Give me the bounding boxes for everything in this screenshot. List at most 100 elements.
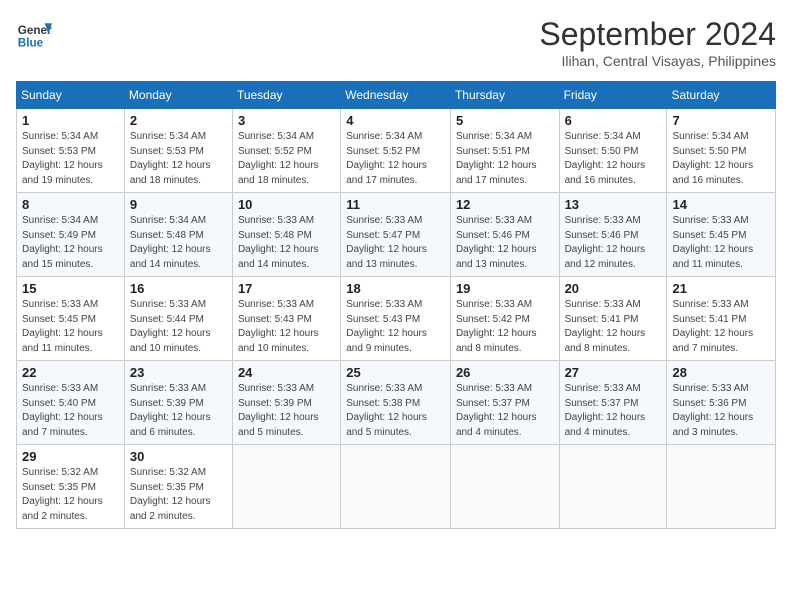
title-block: September 2024 Ilihan, Central Visayas, … [539, 16, 776, 69]
day-info: Sunrise: 5:33 AM Sunset: 5:45 PM Dayligh… [22, 298, 119, 356]
table-row: 6 Sunrise: 5:34 AM Sunset: 5:50 PM Dayli… [559, 109, 667, 193]
day-number: 22 [22, 365, 119, 380]
day-info: Sunrise: 5:33 AM Sunset: 5:46 PM Dayligh… [456, 214, 554, 272]
day-number: 14 [672, 197, 770, 212]
day-info: Sunrise: 5:33 AM Sunset: 5:48 PM Dayligh… [238, 214, 335, 272]
day-info: Sunrise: 5:33 AM Sunset: 5:41 PM Dayligh… [565, 298, 662, 356]
table-row [232, 445, 340, 529]
header-tuesday: Tuesday [232, 82, 340, 109]
day-number: 19 [456, 281, 554, 296]
table-row: 17 Sunrise: 5:33 AM Sunset: 5:43 PM Dayl… [232, 277, 340, 361]
day-number: 6 [565, 113, 662, 128]
table-row: 11 Sunrise: 5:33 AM Sunset: 5:47 PM Dayl… [341, 193, 451, 277]
table-row: 7 Sunrise: 5:34 AM Sunset: 5:50 PM Dayli… [667, 109, 776, 193]
day-info: Sunrise: 5:33 AM Sunset: 5:40 PM Dayligh… [22, 382, 119, 440]
table-row: 29 Sunrise: 5:32 AM Sunset: 5:35 PM Dayl… [17, 445, 125, 529]
day-info: Sunrise: 5:33 AM Sunset: 5:41 PM Dayligh… [672, 298, 770, 356]
day-number: 20 [565, 281, 662, 296]
table-row [341, 445, 451, 529]
day-number: 17 [238, 281, 335, 296]
day-info: Sunrise: 5:34 AM Sunset: 5:50 PM Dayligh… [565, 130, 662, 188]
calendar-week-row: 22 Sunrise: 5:33 AM Sunset: 5:40 PM Dayl… [17, 361, 776, 445]
day-number: 4 [346, 113, 445, 128]
day-number: 29 [22, 449, 119, 464]
calendar-week-row: 15 Sunrise: 5:33 AM Sunset: 5:45 PM Dayl… [17, 277, 776, 361]
table-row: 13 Sunrise: 5:33 AM Sunset: 5:46 PM Dayl… [559, 193, 667, 277]
day-info: Sunrise: 5:33 AM Sunset: 5:46 PM Dayligh… [565, 214, 662, 272]
day-number: 13 [565, 197, 662, 212]
header-friday: Friday [559, 82, 667, 109]
table-row: 26 Sunrise: 5:33 AM Sunset: 5:37 PM Dayl… [450, 361, 559, 445]
header-saturday: Saturday [667, 82, 776, 109]
calendar-week-row: 1 Sunrise: 5:34 AM Sunset: 5:53 PM Dayli… [17, 109, 776, 193]
table-row: 12 Sunrise: 5:33 AM Sunset: 5:46 PM Dayl… [450, 193, 559, 277]
table-row: 25 Sunrise: 5:33 AM Sunset: 5:38 PM Dayl… [341, 361, 451, 445]
day-number: 5 [456, 113, 554, 128]
table-row [450, 445, 559, 529]
page-header: General Blue September 2024 Ilihan, Cent… [16, 16, 776, 69]
day-number: 15 [22, 281, 119, 296]
table-row: 1 Sunrise: 5:34 AM Sunset: 5:53 PM Dayli… [17, 109, 125, 193]
table-row: 14 Sunrise: 5:33 AM Sunset: 5:45 PM Dayl… [667, 193, 776, 277]
table-row: 8 Sunrise: 5:34 AM Sunset: 5:49 PM Dayli… [17, 193, 125, 277]
table-row [559, 445, 667, 529]
table-row: 19 Sunrise: 5:33 AM Sunset: 5:42 PM Dayl… [450, 277, 559, 361]
day-number: 30 [130, 449, 227, 464]
day-number: 16 [130, 281, 227, 296]
header-monday: Monday [124, 82, 232, 109]
day-info: Sunrise: 5:34 AM Sunset: 5:51 PM Dayligh… [456, 130, 554, 188]
day-number: 12 [456, 197, 554, 212]
calendar-week-row: 29 Sunrise: 5:32 AM Sunset: 5:35 PM Dayl… [17, 445, 776, 529]
table-row: 22 Sunrise: 5:33 AM Sunset: 5:40 PM Dayl… [17, 361, 125, 445]
table-row: 4 Sunrise: 5:34 AM Sunset: 5:52 PM Dayli… [341, 109, 451, 193]
day-number: 8 [22, 197, 119, 212]
day-info: Sunrise: 5:34 AM Sunset: 5:53 PM Dayligh… [22, 130, 119, 188]
day-number: 7 [672, 113, 770, 128]
logo-icon: General Blue [16, 16, 52, 52]
table-row: 2 Sunrise: 5:34 AM Sunset: 5:53 PM Dayli… [124, 109, 232, 193]
day-info: Sunrise: 5:32 AM Sunset: 5:35 PM Dayligh… [130, 466, 227, 524]
table-row: 10 Sunrise: 5:33 AM Sunset: 5:48 PM Dayl… [232, 193, 340, 277]
table-row [667, 445, 776, 529]
table-row: 27 Sunrise: 5:33 AM Sunset: 5:37 PM Dayl… [559, 361, 667, 445]
table-row: 21 Sunrise: 5:33 AM Sunset: 5:41 PM Dayl… [667, 277, 776, 361]
day-number: 9 [130, 197, 227, 212]
table-row: 20 Sunrise: 5:33 AM Sunset: 5:41 PM Dayl… [559, 277, 667, 361]
day-info: Sunrise: 5:33 AM Sunset: 5:37 PM Dayligh… [565, 382, 662, 440]
day-number: 25 [346, 365, 445, 380]
day-info: Sunrise: 5:34 AM Sunset: 5:50 PM Dayligh… [672, 130, 770, 188]
table-row: 5 Sunrise: 5:34 AM Sunset: 5:51 PM Dayli… [450, 109, 559, 193]
table-row: 18 Sunrise: 5:33 AM Sunset: 5:43 PM Dayl… [341, 277, 451, 361]
day-info: Sunrise: 5:34 AM Sunset: 5:49 PM Dayligh… [22, 214, 119, 272]
month-title: September 2024 [539, 16, 776, 53]
day-info: Sunrise: 5:33 AM Sunset: 5:38 PM Dayligh… [346, 382, 445, 440]
day-info: Sunrise: 5:33 AM Sunset: 5:47 PM Dayligh… [346, 214, 445, 272]
day-number: 21 [672, 281, 770, 296]
header-wednesday: Wednesday [341, 82, 451, 109]
day-number: 26 [456, 365, 554, 380]
table-row: 3 Sunrise: 5:34 AM Sunset: 5:52 PM Dayli… [232, 109, 340, 193]
table-row: 23 Sunrise: 5:33 AM Sunset: 5:39 PM Dayl… [124, 361, 232, 445]
day-info: Sunrise: 5:33 AM Sunset: 5:42 PM Dayligh… [456, 298, 554, 356]
day-number: 24 [238, 365, 335, 380]
day-number: 28 [672, 365, 770, 380]
day-info: Sunrise: 5:33 AM Sunset: 5:44 PM Dayligh… [130, 298, 227, 356]
table-row: 16 Sunrise: 5:33 AM Sunset: 5:44 PM Dayl… [124, 277, 232, 361]
table-row: 9 Sunrise: 5:34 AM Sunset: 5:48 PM Dayli… [124, 193, 232, 277]
day-info: Sunrise: 5:33 AM Sunset: 5:43 PM Dayligh… [346, 298, 445, 356]
table-row: 24 Sunrise: 5:33 AM Sunset: 5:39 PM Dayl… [232, 361, 340, 445]
table-row: 15 Sunrise: 5:33 AM Sunset: 5:45 PM Dayl… [17, 277, 125, 361]
logo: General Blue [16, 16, 52, 52]
day-number: 11 [346, 197, 445, 212]
day-number: 10 [238, 197, 335, 212]
day-number: 27 [565, 365, 662, 380]
day-info: Sunrise: 5:34 AM Sunset: 5:52 PM Dayligh… [238, 130, 335, 188]
day-info: Sunrise: 5:33 AM Sunset: 5:39 PM Dayligh… [238, 382, 335, 440]
table-row: 28 Sunrise: 5:33 AM Sunset: 5:36 PM Dayl… [667, 361, 776, 445]
calendar-table: Sunday Monday Tuesday Wednesday Thursday… [16, 81, 776, 529]
day-info: Sunrise: 5:34 AM Sunset: 5:48 PM Dayligh… [130, 214, 227, 272]
location: Ilihan, Central Visayas, Philippines [539, 53, 776, 69]
day-number: 1 [22, 113, 119, 128]
day-info: Sunrise: 5:34 AM Sunset: 5:53 PM Dayligh… [130, 130, 227, 188]
day-info: Sunrise: 5:33 AM Sunset: 5:45 PM Dayligh… [672, 214, 770, 272]
